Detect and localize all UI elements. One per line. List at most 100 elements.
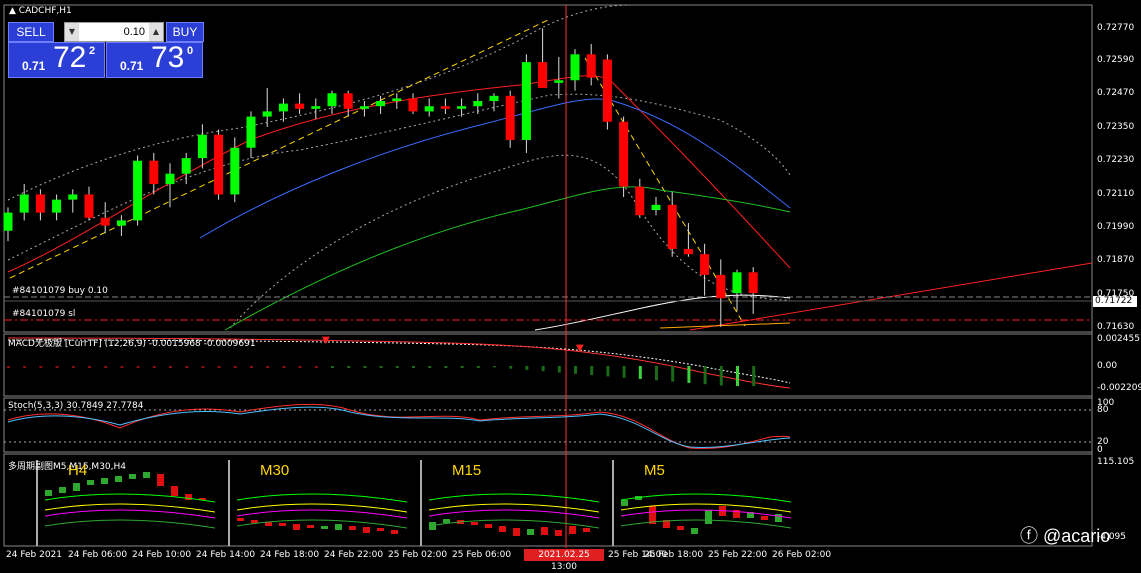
mtf-candle (45, 490, 52, 496)
stoch-axis-80: 80 (1097, 405, 1109, 415)
macd-bar (185, 366, 189, 368)
macd-bar (671, 366, 675, 382)
macd-bar (412, 366, 415, 368)
current-price-tag: 0.71722 (1093, 296, 1137, 307)
macd-axis-bottom: -0.002209 (1097, 383, 1141, 393)
candle-body (424, 106, 434, 112)
mtf-candle (171, 486, 178, 496)
candle-body (327, 93, 337, 107)
macd-bar (638, 366, 642, 379)
buy-order-label[interactable]: #84101079 buy 0.10 (12, 286, 108, 296)
buy-button[interactable]: BUY (166, 22, 204, 42)
candle-body (408, 98, 418, 112)
candle-body (392, 98, 402, 102)
buy-price-pip: 0 (187, 45, 194, 57)
mtf-line (428, 509, 600, 519)
candle-body (554, 80, 564, 83)
time-axis-label: 24 Feb 10:00 (132, 550, 192, 560)
tf-label-m5: M5 (644, 462, 665, 479)
candle-body (586, 54, 596, 78)
sell-price-box[interactable]: 0.71 72 2 (8, 41, 105, 78)
mtf-candle (115, 476, 122, 482)
chart-area[interactable]: ▼ ▼ (0, 0, 1141, 569)
candle-body (19, 194, 29, 213)
macd-bar (752, 366, 756, 386)
candle-body (683, 248, 693, 255)
mtf-candle (391, 530, 398, 534)
tf-label-m30: M30 (260, 462, 290, 479)
mtf-candle (293, 524, 300, 530)
mtf-candle (335, 524, 342, 530)
candle-body (667, 204, 677, 249)
macd-bar (541, 366, 545, 372)
lot-size-field[interactable]: ▼ 0.10 ▲ (64, 22, 164, 42)
macd-bar (493, 366, 496, 368)
mtf-candle (157, 474, 164, 486)
candle-body (197, 134, 207, 159)
lot-size-value[interactable]: 0.10 (81, 23, 147, 41)
macd-axis-zero: 0.00 (1097, 361, 1118, 371)
mtf-candle (541, 527, 548, 535)
mtf-candle (583, 528, 590, 532)
candle-body (246, 116, 256, 148)
mtf-candle (307, 525, 314, 528)
watermark-logo-icon: ⓕ (1020, 526, 1044, 546)
macd-bar (428, 366, 432, 368)
macd-bar (201, 366, 205, 368)
tf-label-m15: M15 (452, 462, 482, 479)
lot-increase-icon[interactable]: ▲ (149, 23, 163, 41)
mtf-candle (705, 510, 712, 524)
price-axis-label: 0.72770 (1097, 23, 1135, 33)
candle-body (376, 101, 386, 107)
price-axis-label: 0.72230 (1097, 155, 1135, 165)
time-axis-label: 24 Feb 14:00 (196, 550, 256, 560)
macd-bar (152, 366, 156, 368)
candle-body (748, 272, 758, 294)
candle-body (359, 106, 369, 109)
macd-bar (363, 366, 367, 368)
mtf-candle (101, 478, 108, 484)
macd-bar (39, 366, 43, 368)
stoch-axis-0: 0 (1097, 445, 1103, 455)
price-axis-label: 0.72110 (1097, 189, 1135, 199)
macd-axis-top: 0.0024557 (1097, 334, 1141, 344)
sl-order-label[interactable]: #84101079 sl (12, 309, 75, 319)
candle-body (149, 160, 159, 185)
sell-button[interactable]: SELL (8, 22, 54, 42)
collapse-triangle-icon[interactable]: ▲ (9, 6, 19, 16)
lot-decrease-icon[interactable]: ▼ (65, 23, 79, 41)
time-axis-label: 25 Feb 06:00 (452, 550, 512, 560)
candle-body (100, 217, 110, 226)
macd-bar (719, 366, 723, 386)
macd-bar (331, 366, 334, 368)
time-axis-label: 26 Feb 02:00 (772, 550, 832, 560)
mtf-candle (499, 526, 506, 532)
watermark-text: @acario (1043, 526, 1111, 546)
buy-price-main: 73 (151, 41, 185, 74)
buy-price-box[interactable]: 0.71 73 0 (106, 41, 203, 78)
macd-bar (460, 366, 464, 368)
macd-bar (557, 366, 561, 373)
mtf-candle (129, 474, 136, 479)
candle-body (602, 59, 612, 122)
mtf-candle (513, 528, 520, 536)
macd-bar (7, 366, 10, 368)
candle-body (3, 212, 13, 231)
macd-arrow-1: ▼ (322, 335, 330, 346)
macd-bar (217, 366, 221, 368)
mtf-candle (321, 526, 328, 529)
multi-axis-top: 115.105 (1097, 457, 1135, 467)
mtf-candle (237, 518, 244, 521)
macd-bar (169, 366, 172, 368)
candle-body (133, 160, 143, 221)
one-click-trading-panel: SELL ▼ 0.10 ▲ BUY 0.71 72 2 0.71 73 0 (8, 22, 204, 78)
mtf-candle (527, 529, 534, 535)
candle-body (635, 186, 645, 216)
multi-tf-label: 多周期副图M5,M15,M30,H4 (8, 462, 127, 472)
macd-label: MACD无极版 [CurrTF] (12,26,9) -0.0015968 -0… (8, 339, 256, 349)
candle-body (165, 173, 175, 185)
crosshair-time-tag: 2021.02.25 13:00 (524, 549, 604, 572)
macd-bar (379, 366, 383, 368)
candle-body (35, 194, 45, 213)
candle-body (181, 158, 191, 174)
